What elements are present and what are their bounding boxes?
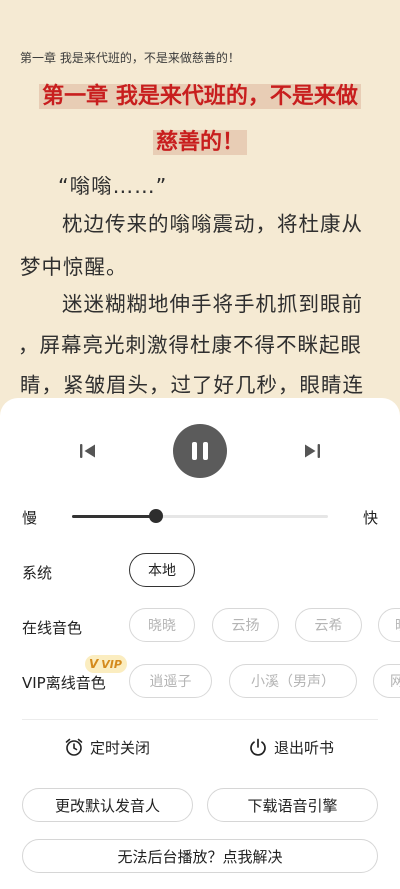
speed-slider[interactable] [72, 509, 328, 523]
divider [22, 719, 378, 720]
reader-page[interactable]: 第一章 我是来代班的，不是来做慈善的！ 第一章 我是来代班的，不是来做 慈善的！… [0, 0, 400, 420]
text-line: 梦中惊醒。 [20, 255, 128, 279]
power-icon [250, 738, 266, 756]
exit-listening-button[interactable]: 退出听书 [248, 735, 334, 759]
text-line: ，屏幕亮光刺激得杜康不得不眯起眼 [18, 333, 362, 357]
voice-option-xiaoxiao[interactable]: 晓晓 [129, 608, 195, 642]
skip-next-icon [305, 444, 320, 458]
text-line: 迷迷糊糊地伸手将手机抓到眼前 [62, 292, 363, 316]
voice-option-partial-vip[interactable]: 网 [373, 664, 400, 698]
voice-option-xiaoyaozi[interactable]: 逍遥子 [129, 664, 212, 698]
chapter-heading: 第一章 我是来代班的，不是来做 慈善的！ [4, 74, 396, 166]
online-voice-label: 在线音色 [22, 619, 83, 637]
download-tts-engine-button[interactable]: 下载语音引擎 [207, 788, 378, 822]
vip-badge-text: VIP [101, 657, 122, 671]
vip-voice-label: VIP离线音色 [22, 674, 106, 692]
vip-v-icon: V [89, 657, 99, 671]
previous-chapter-button[interactable] [78, 441, 98, 461]
voice-option-local[interactable]: 本地 [129, 553, 195, 587]
pause-button[interactable] [173, 424, 227, 478]
change-default-voice-button[interactable]: 更改默认发音人 [22, 788, 193, 822]
next-chapter-button[interactable] [302, 441, 322, 461]
text-line: “嗡嗡……” [58, 174, 168, 198]
background-playback-help-button[interactable]: 无法后台播放？点我解决 [22, 839, 378, 873]
skip-previous-icon [80, 444, 95, 458]
chapter-heading-line-1: 第一章 我是来代班的，不是来做 [39, 84, 361, 109]
timer-close-label: 定时关闭 [90, 738, 151, 757]
alarm-clock-icon [65, 738, 83, 756]
voice-option-xiaoxi-male[interactable]: 小溪（男声） [229, 664, 357, 698]
speed-fast-label: 快 [363, 509, 379, 527]
speed-slider-fill [72, 515, 157, 518]
chapter-heading-line-2: 慈善的！ [152, 130, 247, 155]
speed-slow-label: 慢 [22, 509, 38, 527]
voice-option-yunxi[interactable]: 云希 [295, 608, 362, 642]
running-chapter-title: 第一章 我是来代班的，不是来做慈善的！ [20, 51, 240, 65]
text-line: 枕边传来的嗡嗡震动，将杜康从 [62, 212, 363, 236]
system-label: 系统 [22, 564, 53, 582]
voice-option-yunyang[interactable]: 云扬 [212, 608, 279, 642]
vip-badge: V VIP [85, 655, 127, 673]
timer-close-button[interactable]: 定时关闭 [64, 735, 150, 759]
exit-listening-label: 退出听书 [274, 738, 335, 757]
pause-icon [192, 442, 197, 460]
